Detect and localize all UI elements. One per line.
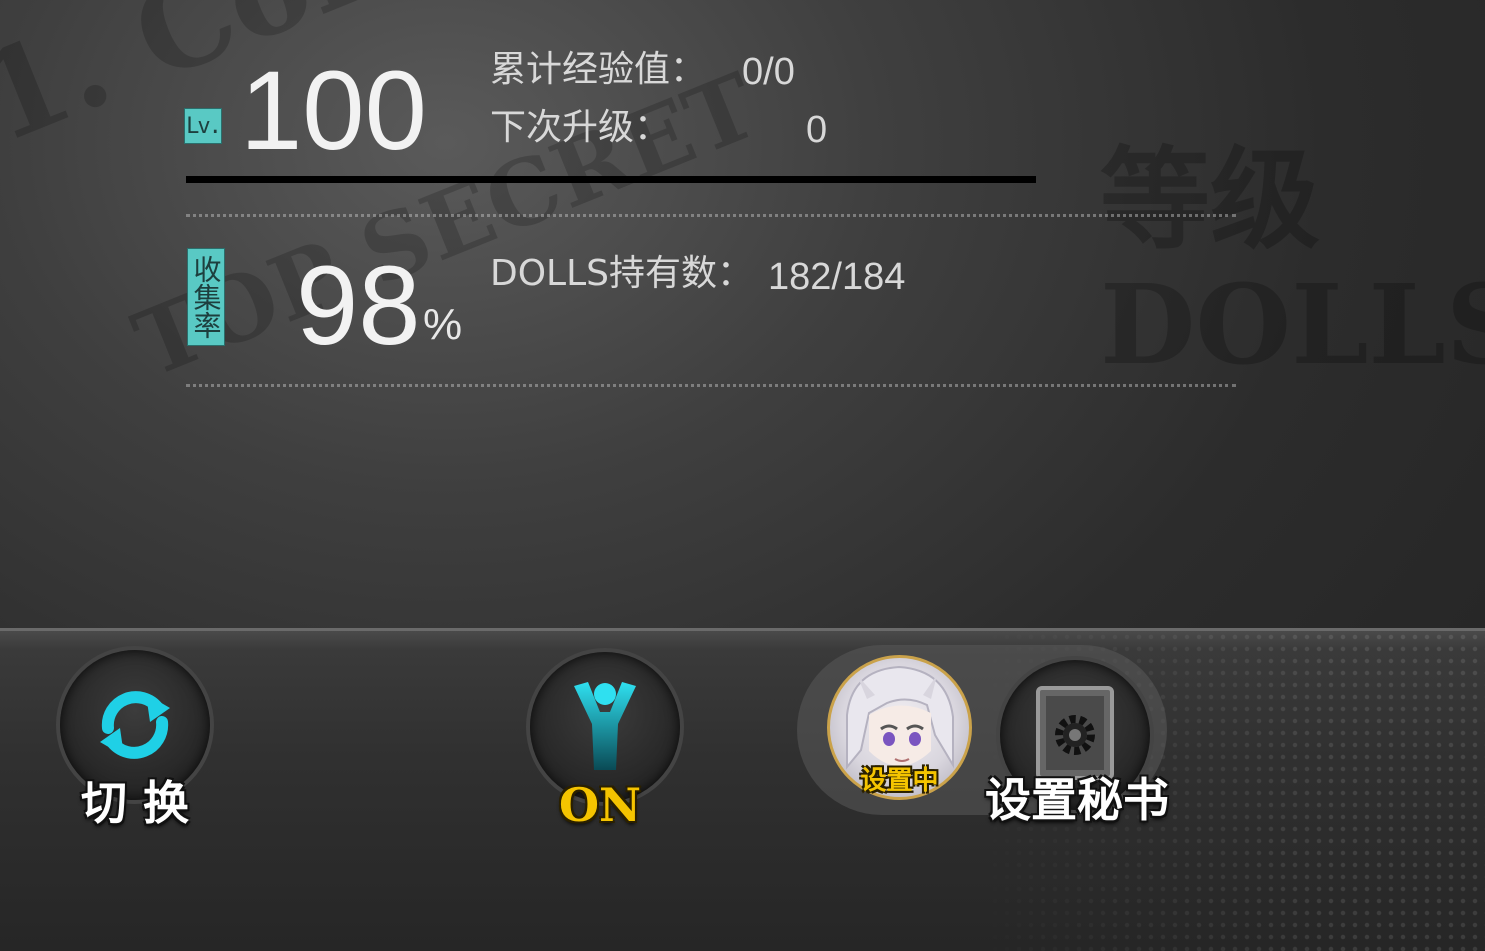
secretary-status-label: 设置中 xyxy=(860,766,939,796)
dolls-owned-value: 182/184 xyxy=(768,256,906,298)
background-watermark: 等级 xyxy=(1100,135,1320,264)
dolls-owned-label: DOLLS持有数： xyxy=(490,253,754,294)
profile-stats-screen: 1. College Campaign TOP SECRET 等级 DOLLS … xyxy=(0,0,1485,951)
divider xyxy=(186,214,1236,217)
total-exp-label: 累计经验值： xyxy=(490,49,707,90)
next-level-value: 0 xyxy=(806,109,828,151)
level-badge: Lv. xyxy=(184,108,222,144)
set-secretary-label[interactable]: 设置秘书 xyxy=(985,775,1169,825)
collection-rate-badge: 收集率 xyxy=(187,248,225,346)
collection-rate-value: 98 xyxy=(296,243,421,368)
next-level-label: 下次升级： xyxy=(490,107,671,148)
background-watermark: DOLLS xyxy=(1100,260,1485,389)
switch-button-label[interactable]: 切 换 xyxy=(55,778,215,828)
total-exp-value: 0/0 xyxy=(742,51,795,93)
exp-progress-bar xyxy=(186,176,1036,183)
bottom-toolbar xyxy=(0,628,1485,951)
collection-rate-unit: % xyxy=(423,300,463,349)
divider xyxy=(186,384,1236,387)
level-value: 100 xyxy=(240,48,427,173)
toggle-state-label[interactable]: ON xyxy=(540,780,660,830)
